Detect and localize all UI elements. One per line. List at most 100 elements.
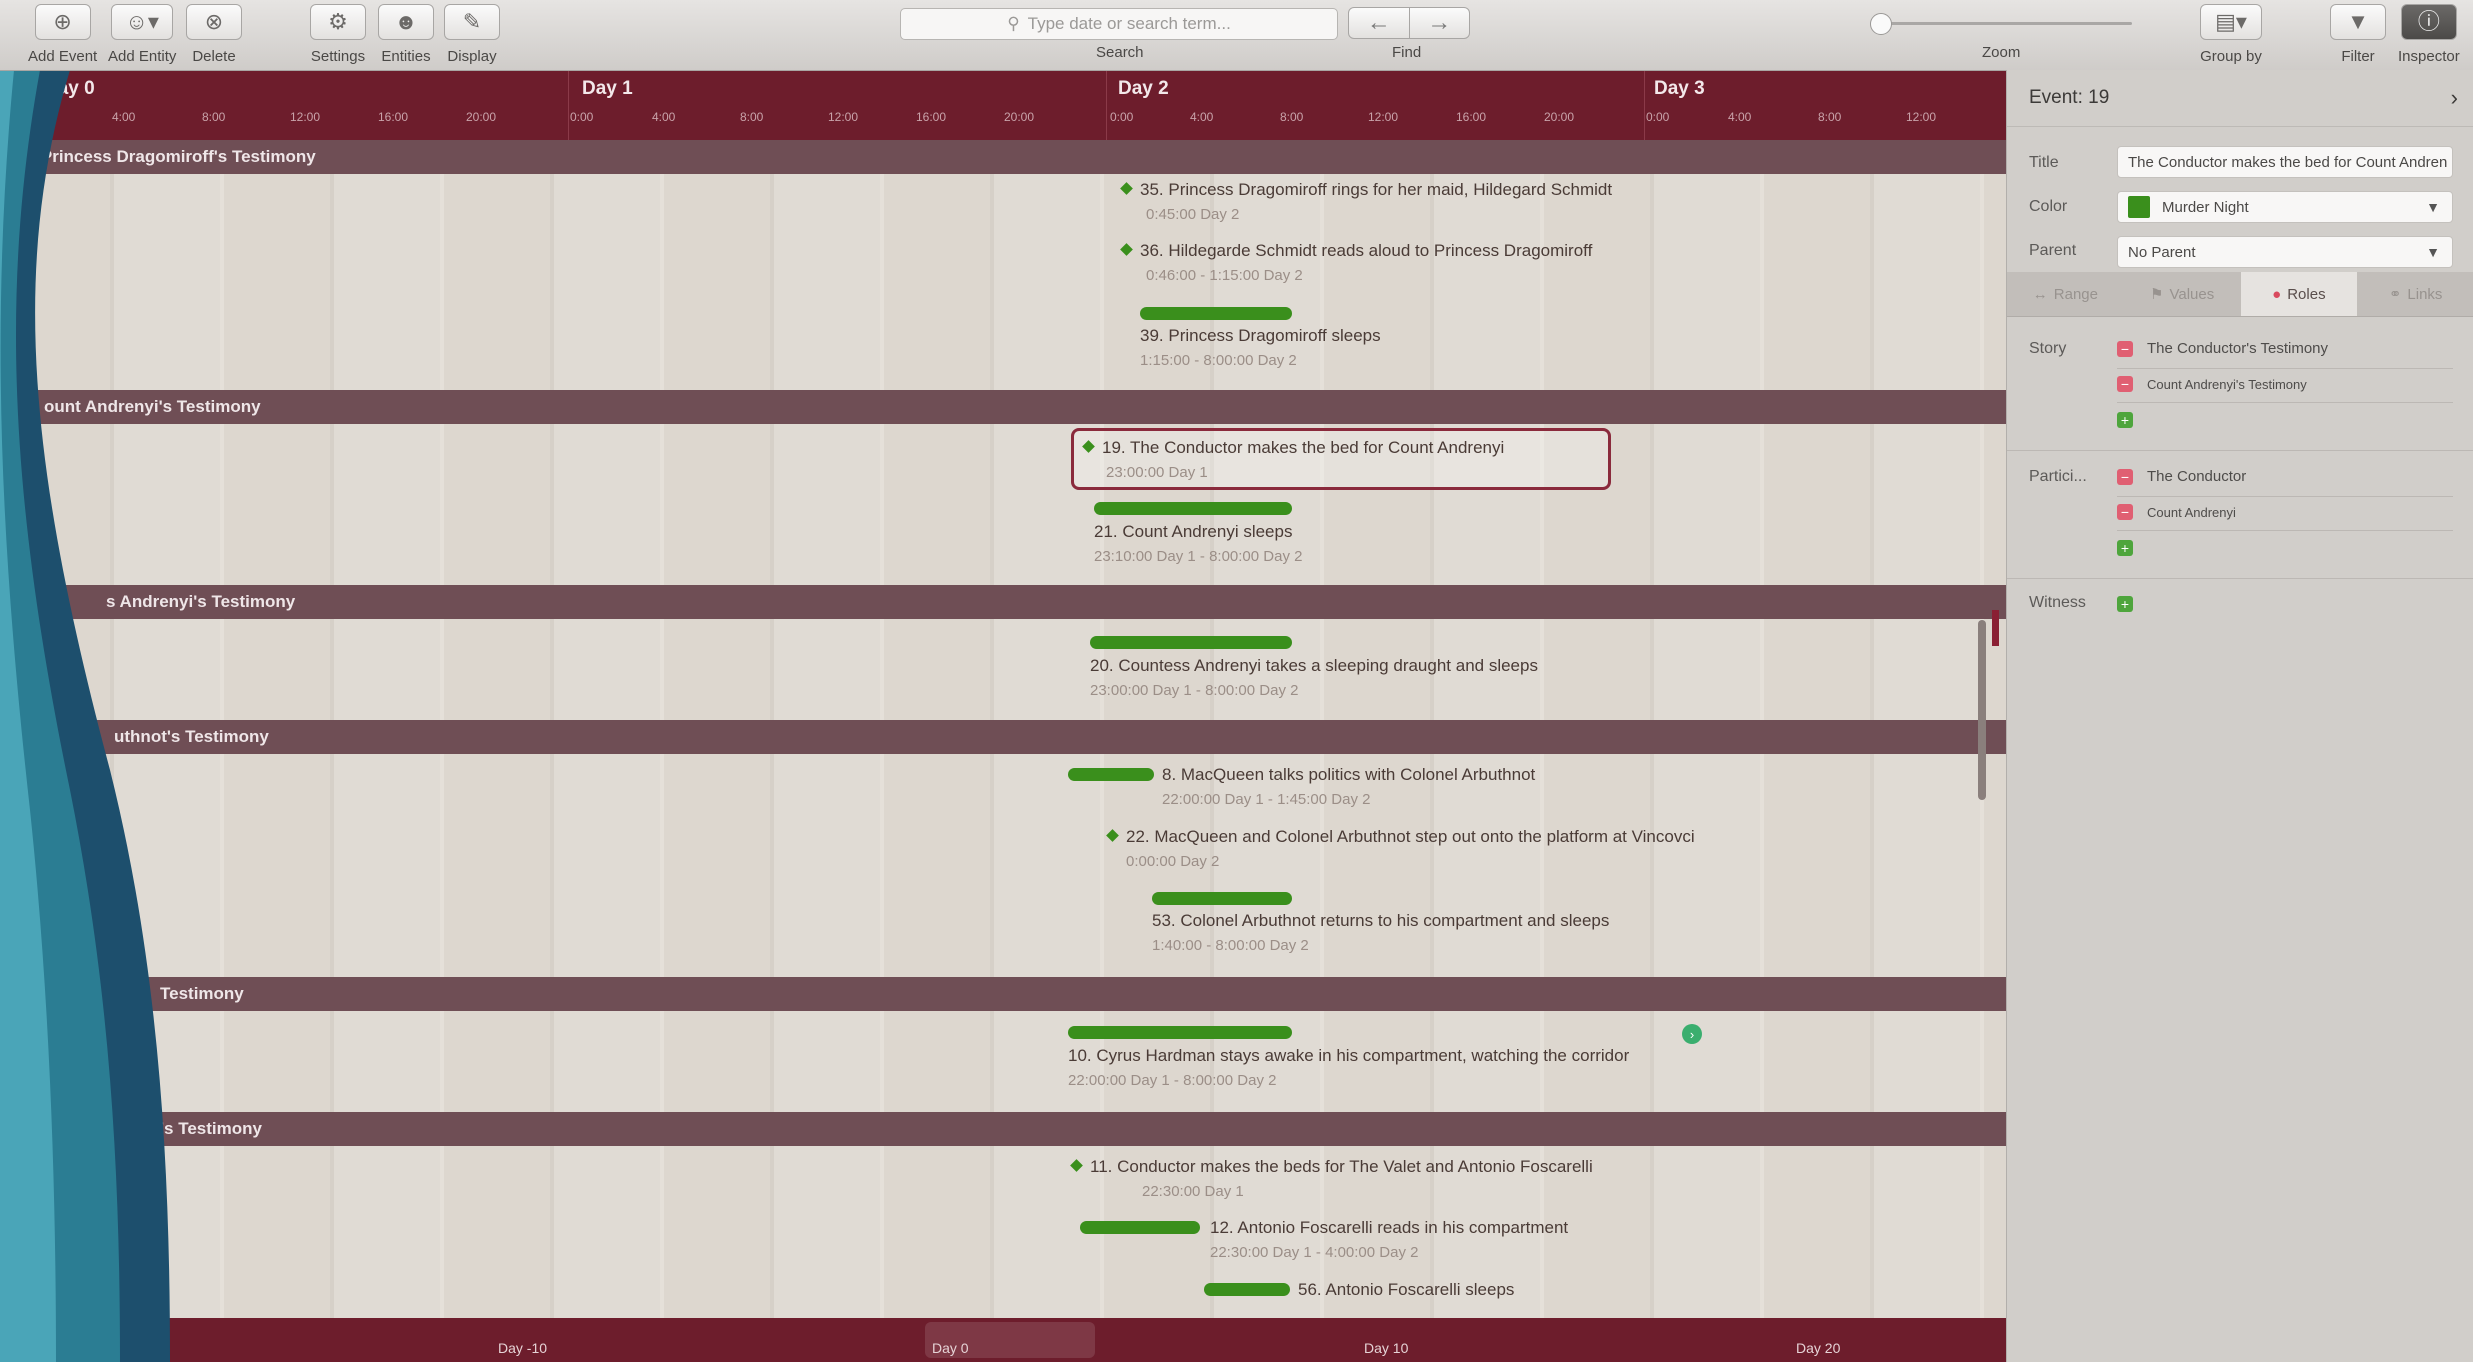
event-item[interactable]: 35. Princess Dragomiroff rings for her m… (1120, 180, 1612, 223)
event-item[interactable]: 11. Conductor makes the beds for The Val… (1070, 1157, 1593, 1200)
event-item[interactable]: 10. Cyrus Hardman stays awake in his com… (1068, 1046, 1629, 1089)
divider (2117, 530, 2453, 531)
event-time: 23:00:00 Day 1 - 8:00:00 Day 2 (1090, 682, 1299, 699)
day-label: Day 1 (582, 78, 633, 99)
add-participant-icon[interactable]: + (2117, 540, 2133, 556)
participant-role-item[interactable]: − Count Andrenyi (2117, 504, 2236, 520)
delete-button[interactable]: ⊗ Delete (186, 4, 242, 65)
hour-tick: 8:00 (740, 110, 764, 124)
group-header[interactable]: ount Andrenyi's Testimony (0, 390, 2050, 424)
remove-icon[interactable]: − (2117, 468, 2133, 485)
link-arrow-icon[interactable]: › (1682, 1024, 1702, 1044)
roles-icon: ● (2272, 285, 2282, 303)
find-previous-button[interactable]: ← (1348, 7, 1410, 39)
event-item[interactable]: 39. Princess Dragomiroff sleeps 1:15:00 … (1140, 326, 1381, 369)
story-label: Story (2029, 340, 2067, 357)
arrow-right-icon: → (1427, 9, 1452, 36)
zoom-slider-knob[interactable] (1870, 13, 1892, 35)
remove-icon[interactable]: − (2117, 376, 2133, 392)
event-duration-bar[interactable] (1152, 892, 1292, 905)
filter-button[interactable]: ▼ Filter (2330, 4, 2386, 65)
color-label: Color (2029, 198, 2068, 215)
group-header[interactable]: 's Testimony (0, 1112, 2166, 1146)
hour-tick: 4:00 (1190, 110, 1214, 124)
story-role-item[interactable]: − The Conductor's Testimony (2117, 340, 2328, 357)
event-duration-bar[interactable] (1094, 502, 1292, 515)
event-time: 23:00:00 Day 1 (1106, 464, 1208, 481)
event-item[interactable]: 12. Antonio Foscarelli reads in his comp… (1210, 1218, 1568, 1261)
event-duration-bar[interactable] (1140, 307, 1292, 320)
hour-tick: 4:00 (1728, 110, 1752, 124)
entities-button[interactable]: ☻ Entities (378, 4, 434, 65)
timeline-canvas[interactable] (0, 70, 2006, 1362)
event-item[interactable]: 8. MacQueen talks politics with Colonel … (1162, 765, 1535, 808)
add-witness-icon[interactable]: + (2117, 596, 2133, 612)
zoom-slider-track[interactable] (1874, 22, 2132, 25)
list-dropdown-icon: ▤▾ (2200, 4, 2262, 40)
add-story-icon[interactable]: + (2117, 412, 2133, 428)
color-select[interactable]: Murder Night ▼ (2117, 191, 2453, 223)
group-header[interactable]: s Andrenyi's Testimony (0, 585, 2112, 619)
parent-select[interactable]: No Parent ▼ (2117, 236, 2453, 268)
event-time: 0:00:00 Day 2 (1126, 853, 1220, 870)
hour-tick: 16:00 (1456, 110, 1487, 124)
hour-tick: 20:00 (1004, 110, 1035, 124)
tab-range[interactable]: ↔ Range (2007, 272, 2124, 316)
find-next-button[interactable]: → (1409, 7, 1470, 39)
color-swatch (2128, 196, 2150, 218)
group-by-button[interactable]: ▤▾ Group by (2200, 4, 2262, 65)
participant-role-item[interactable]: − The Conductor (2117, 468, 2246, 485)
participants-label: Partici... (2029, 468, 2087, 485)
event-duration-bar[interactable] (1080, 1221, 1200, 1234)
add-entity-button[interactable]: ☺▾ Add Entity (108, 4, 176, 65)
story-role-item[interactable]: − Count Andrenyi's Testimony (2117, 376, 2307, 392)
overview-minimap[interactable]: Day -10 Day 0 Day 10 Day 20 (0, 1318, 2006, 1362)
event-item-selected[interactable]: 19. The Conductor makes the bed for Coun… (1082, 438, 1504, 481)
event-item[interactable]: 56. Antonio Foscarelli sleeps (1298, 1280, 1514, 1300)
settings-button[interactable]: ⚙ Settings (310, 4, 366, 65)
title-label: Title (2029, 154, 2059, 171)
divider (2117, 368, 2453, 369)
event-item[interactable]: 22. MacQueen and Colonel Arbuthnot step … (1106, 827, 1695, 870)
search-input[interactable]: ⚲ Type date or search term... (900, 8, 1338, 40)
group-header[interactable]: Testimony (0, 977, 2166, 1011)
remove-icon[interactable]: − (2117, 504, 2133, 520)
display-button[interactable]: ✎ Display (444, 4, 500, 65)
event-item[interactable]: 53. Colonel Arbuthnot returns to his com… (1152, 911, 1609, 954)
event-duration-bar[interactable] (1090, 636, 1292, 649)
inspector-tabs: ↔ Range ⚑ Values ● Roles ⚭ Links (2007, 272, 2473, 317)
info-icon: ⓘ (2400, 4, 2457, 40)
point-event-icon (1106, 829, 1119, 842)
tab-values[interactable]: ⚑ Values (2124, 272, 2241, 316)
hour-tick: 20:00 (466, 110, 497, 124)
arrow-left-icon: ← (1366, 9, 1391, 36)
minimap-label: Day -10 (498, 1340, 548, 1356)
event-item[interactable]: 21. Count Andrenyi sleeps 23:10:00 Day 1… (1094, 522, 1302, 565)
event-time: 1:40:00 - 8:00:00 Day 2 (1152, 937, 1309, 954)
event-time: 22:30:00 Day 1 - 4:00:00 Day 2 (1210, 1244, 1419, 1261)
remove-icon[interactable]: − (2117, 340, 2133, 357)
event-time: 22:00:00 Day 1 - 1:45:00 Day 2 (1162, 791, 1371, 808)
chevron-down-icon: ▼ (2426, 199, 2440, 215)
group-header[interactable]: ▲ Princess Dragomiroff's Testimony (0, 140, 2028, 174)
event-item[interactable]: 36. Hildegarde Schmidt reads aloud to Pr… (1120, 241, 1592, 284)
vertical-scrollbar[interactable] (1978, 620, 1986, 800)
tab-roles[interactable]: ● Roles (2240, 272, 2358, 316)
event-item[interactable]: 20. Countess Andrenyi takes a sleeping d… (1090, 656, 1538, 699)
add-event-button[interactable]: ⊕ Add Event (28, 4, 97, 65)
event-title: 56. Antonio Foscarelli sleeps (1298, 1280, 1515, 1299)
minimap-label: Day 20 (1796, 1340, 1841, 1356)
event-duration-bar[interactable] (1068, 1026, 1292, 1039)
tab-links[interactable]: ⚭ Links (2357, 272, 2473, 316)
section-divider (2007, 450, 2473, 451)
event-title: 22. MacQueen and Colonel Arbuthnot step … (1126, 827, 1695, 846)
event-duration-bar[interactable] (1068, 768, 1154, 781)
event-duration-bar[interactable] (1204, 1283, 1290, 1296)
hour-tick: 4:00 (652, 110, 676, 124)
event-title: 11. Conductor makes the beds for The Val… (1090, 1157, 1593, 1176)
title-field[interactable]: The Conductor makes the bed for Count An… (2117, 146, 2453, 178)
group-header[interactable]: uthnot's Testimony (0, 720, 2120, 754)
inspector-header: Event: 19 › (2007, 70, 2473, 127)
chevron-right-icon[interactable]: › (2451, 85, 2458, 111)
inspector-button[interactable]: ⓘ Inspector (2398, 4, 2460, 65)
